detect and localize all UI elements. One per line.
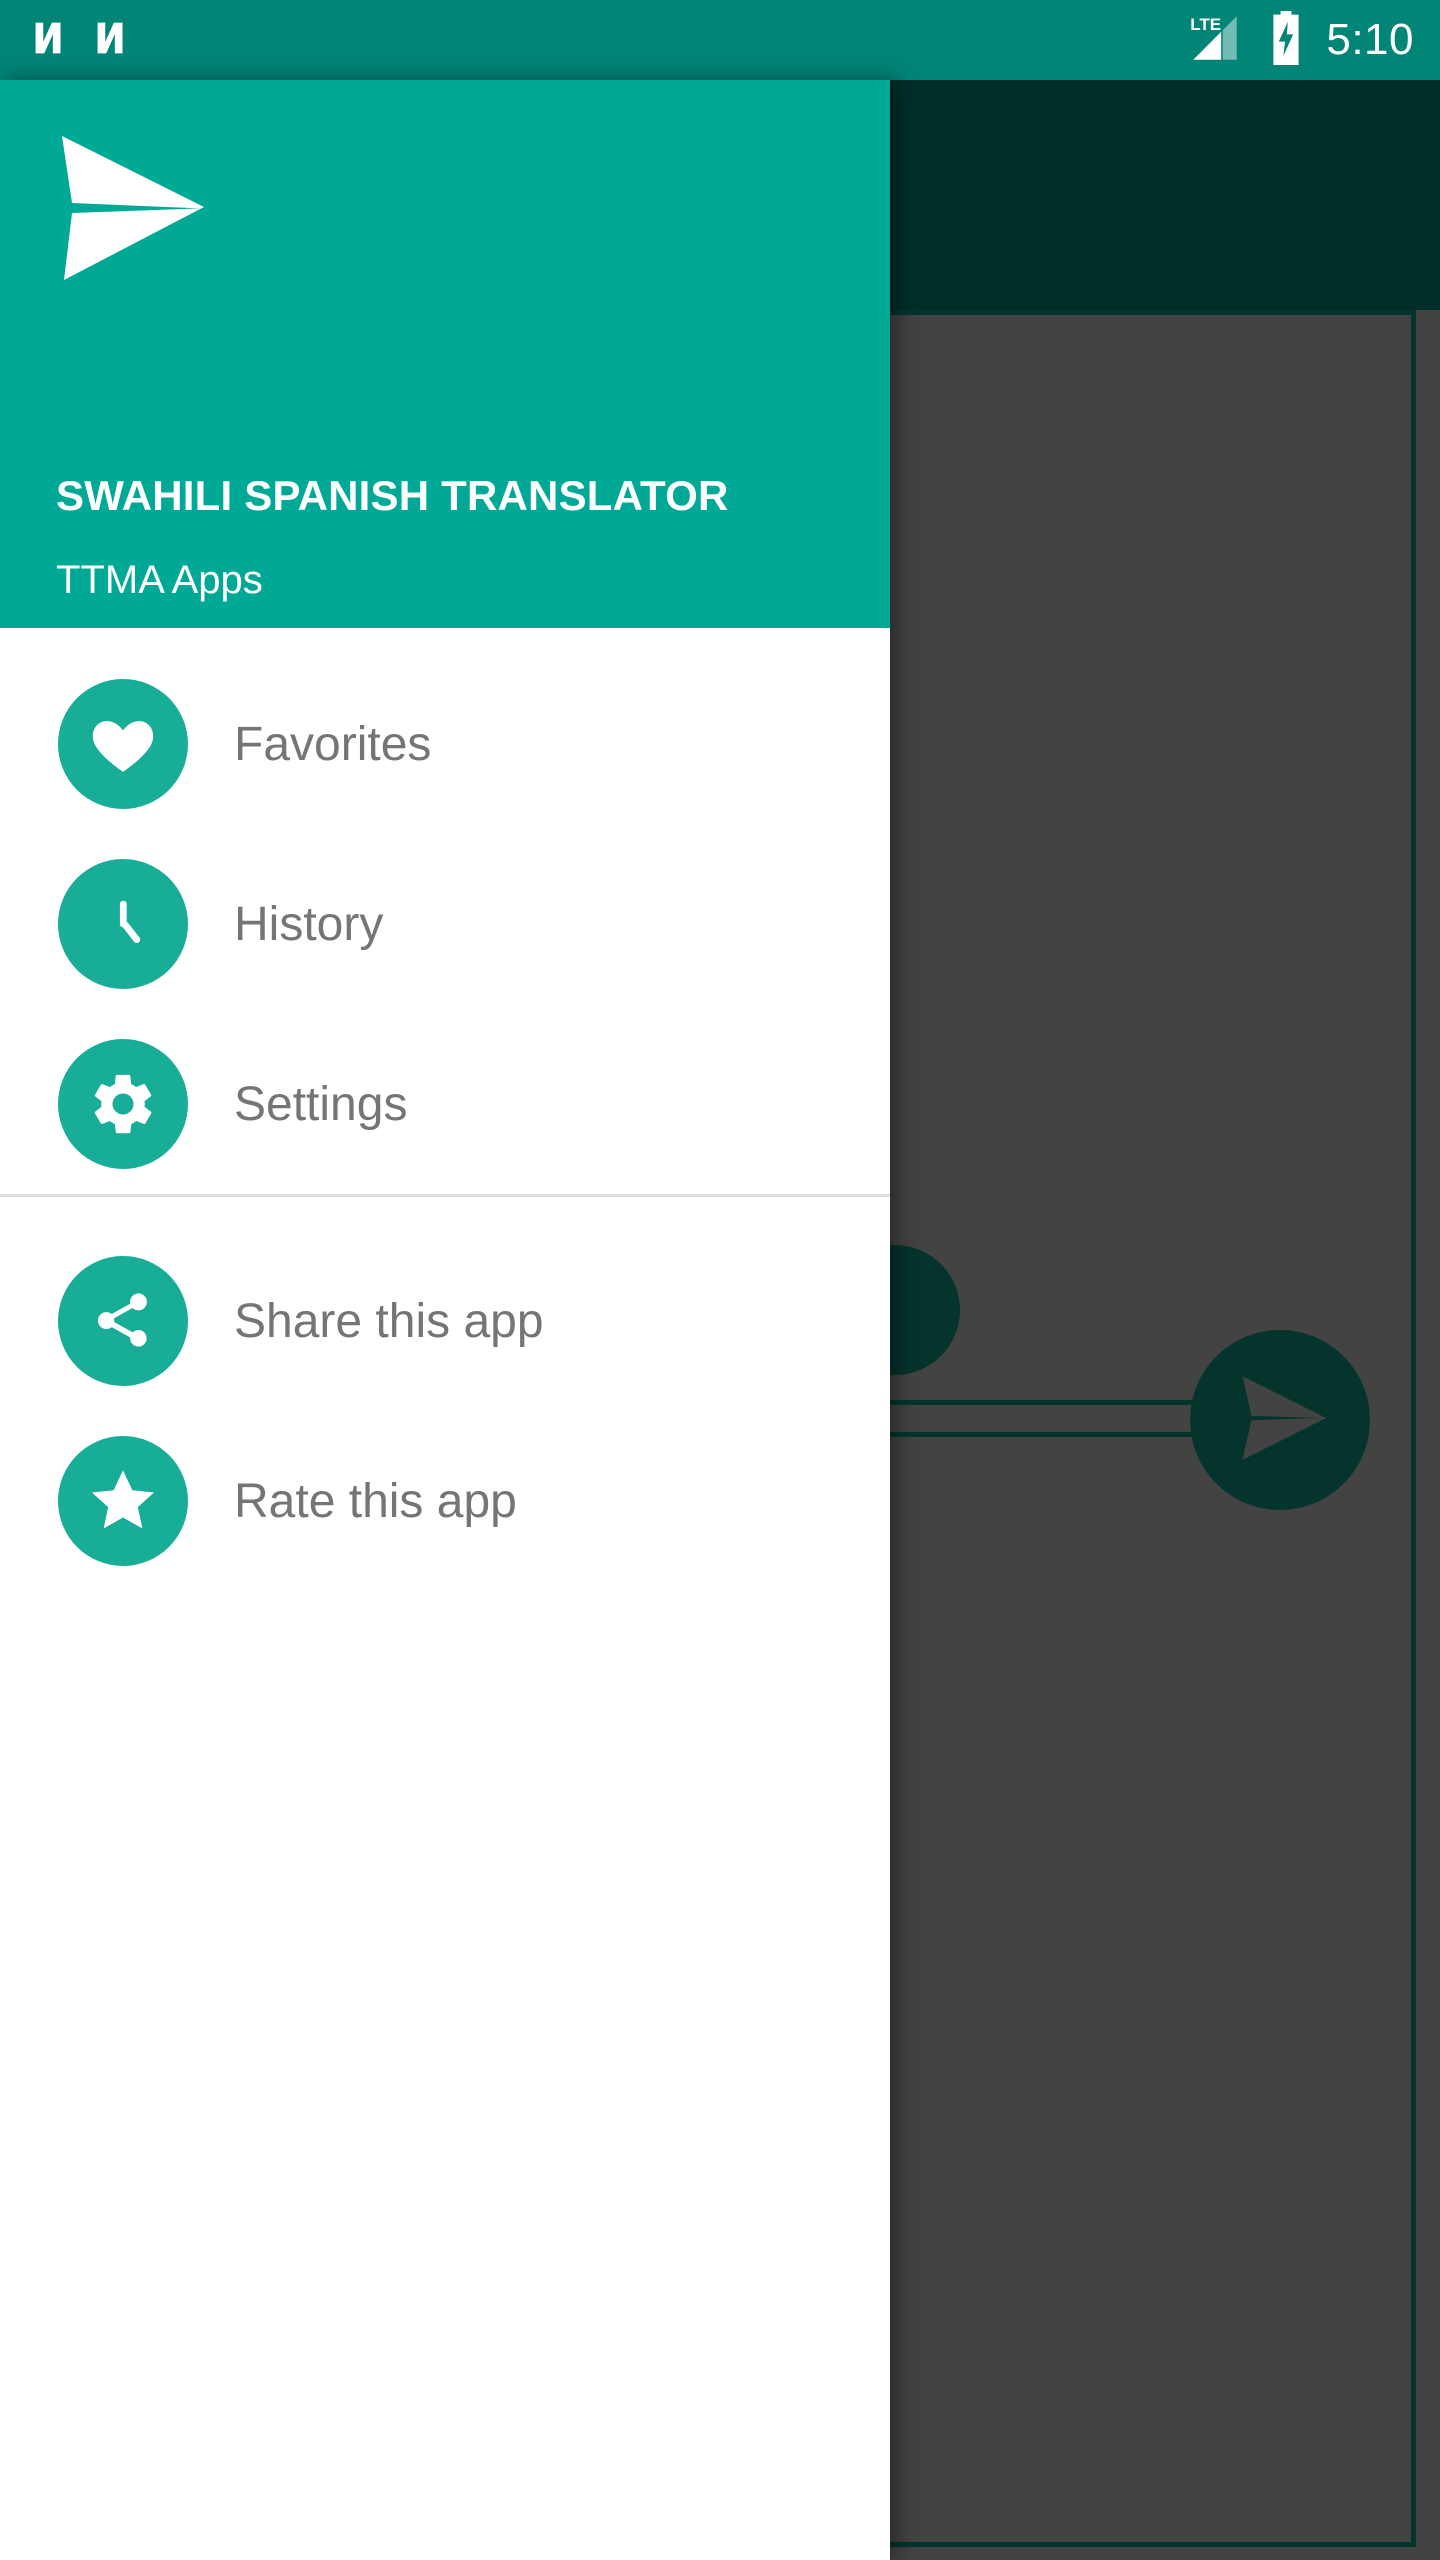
drawer-header: SWAHILI SPANISH TRANSLATOR TTMA Apps	[0, 80, 890, 628]
drawer-item-label: Share this app	[234, 1294, 544, 1348]
navigation-drawer[interactable]: SWAHILI SPANISH TRANSLATOR TTMA Apps Fav…	[0, 80, 890, 2560]
screen-root: SPANISH	[0, 0, 1440, 2560]
drawer-item-share-this-app[interactable]: Share this app	[0, 1231, 890, 1411]
svg-text:LTE: LTE	[1191, 15, 1222, 34]
clock-icon	[58, 859, 188, 989]
drawer-item-label: Settings	[234, 1077, 408, 1131]
drawer-item-label: Favorites	[234, 717, 432, 771]
drawer-primary-menu: Favorites History Settings	[0, 628, 890, 1194]
status-bar: LTE 5:10	[0, 0, 1440, 80]
status-bar-left-icons	[26, 15, 134, 66]
drawer-item-label: Rate this app	[234, 1474, 517, 1528]
drawer-item-favorites[interactable]: Favorites	[0, 654, 890, 834]
nougat-n-icon	[26, 15, 72, 66]
status-bar-right-icons: LTE 5:10	[1184, 9, 1414, 72]
drawer-item-label: History	[234, 897, 384, 951]
drawer-secondary-menu: Share this app Rate this app	[0, 1197, 890, 1591]
app-title: SWAHILI SPANISH TRANSLATOR	[56, 472, 729, 519]
drawer-item-history[interactable]: History	[0, 834, 890, 1014]
drawer-item-rate-this-app[interactable]: Rate this app	[0, 1411, 890, 1591]
status-bar-clock: 5:10	[1326, 15, 1414, 64]
paper-plane-logo-icon	[52, 128, 252, 288]
star-icon	[58, 1436, 188, 1566]
battery-charging-icon	[1268, 9, 1304, 72]
gear-icon	[58, 1039, 188, 1169]
share-icon	[58, 1256, 188, 1386]
drawer-item-settings[interactable]: Settings	[0, 1014, 890, 1194]
nougat-n-icon	[88, 15, 134, 66]
lte-signal-icon: LTE	[1184, 10, 1246, 71]
heart-icon	[58, 679, 188, 809]
app-publisher: TTMA Apps	[56, 558, 263, 602]
